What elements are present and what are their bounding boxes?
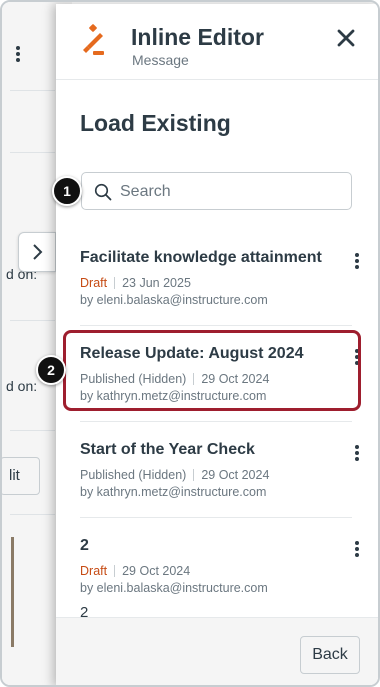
background-divider — [10, 514, 55, 515]
background-edit-button[interactable]: lit — [2, 457, 40, 495]
item-status: Draft — [80, 276, 108, 290]
item-meta: Draft 23 Jun 2025 — [80, 276, 352, 290]
more-vertical-icon[interactable] — [350, 251, 364, 271]
item-date: 29 Oct 2024 — [201, 468, 270, 482]
meta-separator — [114, 277, 116, 289]
item-author: by eleni.balaska@instructure.com — [80, 581, 268, 595]
list-divider — [80, 517, 352, 518]
background-more-icon[interactable] — [12, 44, 24, 64]
item-title[interactable]: Facilitate knowledge attainment — [80, 249, 352, 267]
section-title: Load Existing — [80, 110, 231, 136]
background-label: d on: — [6, 378, 38, 394]
item-status: Draft — [80, 564, 108, 578]
background-divider — [10, 320, 55, 321]
item-author: by kathryn.metz@instructure.com — [80, 485, 267, 499]
inline-editor-drawer: Inline Editor Message Load Existing Faci… — [56, 4, 378, 685]
list-divider — [80, 421, 352, 422]
device-frame: d on: d on: lit Inline Editor Message Lo… — [0, 0, 380, 687]
item-meta: Draft 29 Oct 2024 — [80, 564, 352, 578]
background-divider — [10, 152, 55, 153]
chevron-right-icon — [33, 244, 43, 260]
item-status: Published (Hidden) — [80, 468, 187, 482]
list-item[interactable]: Facilitate knowledge attainment Draft 23… — [80, 249, 359, 307]
close-icon[interactable] — [334, 26, 358, 50]
meta-separator — [193, 469, 195, 481]
drawer-header: Inline Editor Message — [56, 4, 378, 80]
search-input[interactable] — [120, 180, 340, 204]
list-item[interactable]: Start of the Year Check Published (Hidde… — [80, 441, 359, 499]
more-vertical-icon[interactable] — [350, 539, 364, 559]
step-badge-1: 1 — [52, 176, 82, 206]
more-vertical-icon[interactable] — [350, 443, 364, 463]
item-title[interactable]: 2 — [80, 537, 352, 555]
list-item[interactable]: 2 Draft 29 Oct 2024 by eleni.balaska@ins… — [80, 537, 359, 621]
drawer-toggle-button[interactable] — [18, 232, 56, 272]
item-date: 23 Jun 2025 — [122, 276, 191, 290]
drawer-subtitle: Message — [132, 52, 189, 68]
drawer-footer: Back — [56, 617, 378, 685]
background-divider — [10, 430, 55, 431]
inline-editor-logo-icon — [83, 24, 104, 55]
drawer-title: Inline Editor — [131, 24, 264, 50]
step-badge-2: 2 — [36, 355, 66, 385]
back-button[interactable]: Back — [300, 636, 360, 674]
item-date: 29 Oct 2024 — [122, 564, 191, 578]
meta-separator — [114, 565, 116, 577]
item-meta: Published (Hidden) 29 Oct 2024 — [80, 468, 352, 482]
background-image-strip — [11, 537, 14, 647]
search-icon — [94, 183, 112, 201]
highlight-box — [63, 330, 361, 411]
list-divider — [80, 325, 352, 326]
background-divider — [10, 90, 55, 91]
item-title[interactable]: Start of the Year Check — [80, 441, 352, 459]
item-author: by eleni.balaska@instructure.com — [80, 293, 268, 307]
search-field[interactable] — [81, 172, 352, 210]
